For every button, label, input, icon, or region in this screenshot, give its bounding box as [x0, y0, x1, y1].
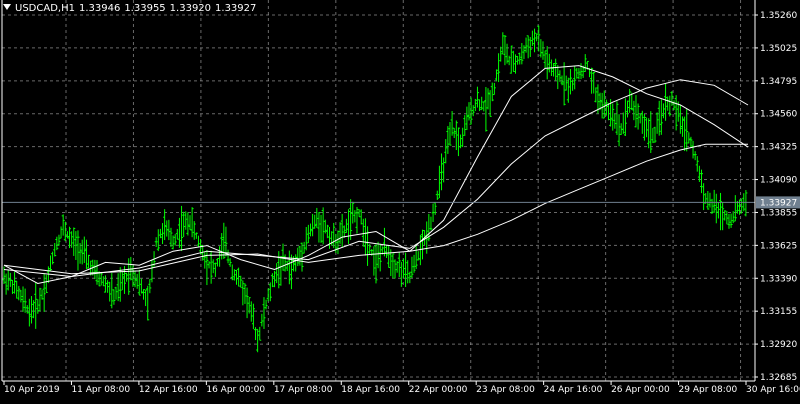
- x-tick-label: 24 Apr 16:00: [544, 385, 603, 395]
- symbol-header: USDCAD,H1 1.33946 1.33955 1.33920 1.33927: [3, 3, 260, 15]
- high-price: 1.33955: [124, 3, 166, 14]
- last-price-tag: 1.33927: [756, 196, 800, 209]
- x-tick-label: 22 Apr 00:00: [409, 385, 468, 395]
- y-tick-label: 1.35025: [760, 44, 797, 54]
- x-tick-label: 18 Apr 16:00: [341, 385, 400, 395]
- y-tick-label: 1.34795: [760, 77, 797, 87]
- last-price-tag-text: 1.33927: [760, 198, 797, 208]
- x-tick-label: 12 Apr 16:00: [139, 385, 198, 395]
- x-tick-label: 30 Apr 16:00: [746, 385, 800, 395]
- x-tick-label: 23 Apr 08:00: [476, 385, 535, 395]
- symbol-label: USDCAD,H1: [15, 3, 75, 14]
- x-tick-label: 10 Apr 2019: [4, 385, 60, 395]
- grid: [2, 0, 755, 381]
- y-tick-label: 1.32920: [760, 340, 797, 350]
- x-tick-label: 11 Apr 08:00: [71, 385, 130, 395]
- y-tick-label: 1.34090: [760, 176, 797, 186]
- axes: 1.35260 1.35025 1.34795 1.34560 1.34325 1.340…: [1, 0, 800, 395]
- y-tick-label: 1.32685: [760, 373, 797, 383]
- x-tick-label: 16 Apr 00:00: [206, 385, 265, 395]
- low-price: 1.33920: [169, 3, 212, 14]
- close-price: 1.33927: [215, 3, 257, 14]
- y-tick-label: 1.33155: [760, 307, 797, 317]
- open-price: 1.33946: [78, 3, 121, 14]
- y-tick-label: 1.35260: [760, 11, 797, 21]
- dropdown-triangle-icon[interactable]: [3, 4, 11, 10]
- price-bars: [2, 25, 748, 353]
- y-tick-label: 1.33390: [760, 274, 797, 284]
- x-tick-label: 29 Apr 08:00: [679, 385, 738, 395]
- chart-window[interactable]: 1.35260 1.35025 1.34795 1.34560 1.34325 1.340…: [0, 0, 800, 400]
- y-tick-label: 1.34325: [760, 143, 797, 153]
- x-tick-label: 26 Apr 00:00: [611, 385, 670, 395]
- price-chart[interactable]: 1.35260 1.35025 1.34795 1.34560 1.34325 1.340…: [0, 0, 800, 400]
- y-tick-label: 1.33855: [760, 208, 797, 218]
- y-tick-label: 1.34560: [760, 110, 797, 120]
- moving-average-line-1: [3, 143, 748, 275]
- x-tick-label: 17 Apr 08:00: [274, 385, 333, 395]
- y-tick-label: 1.33625: [760, 241, 797, 251]
